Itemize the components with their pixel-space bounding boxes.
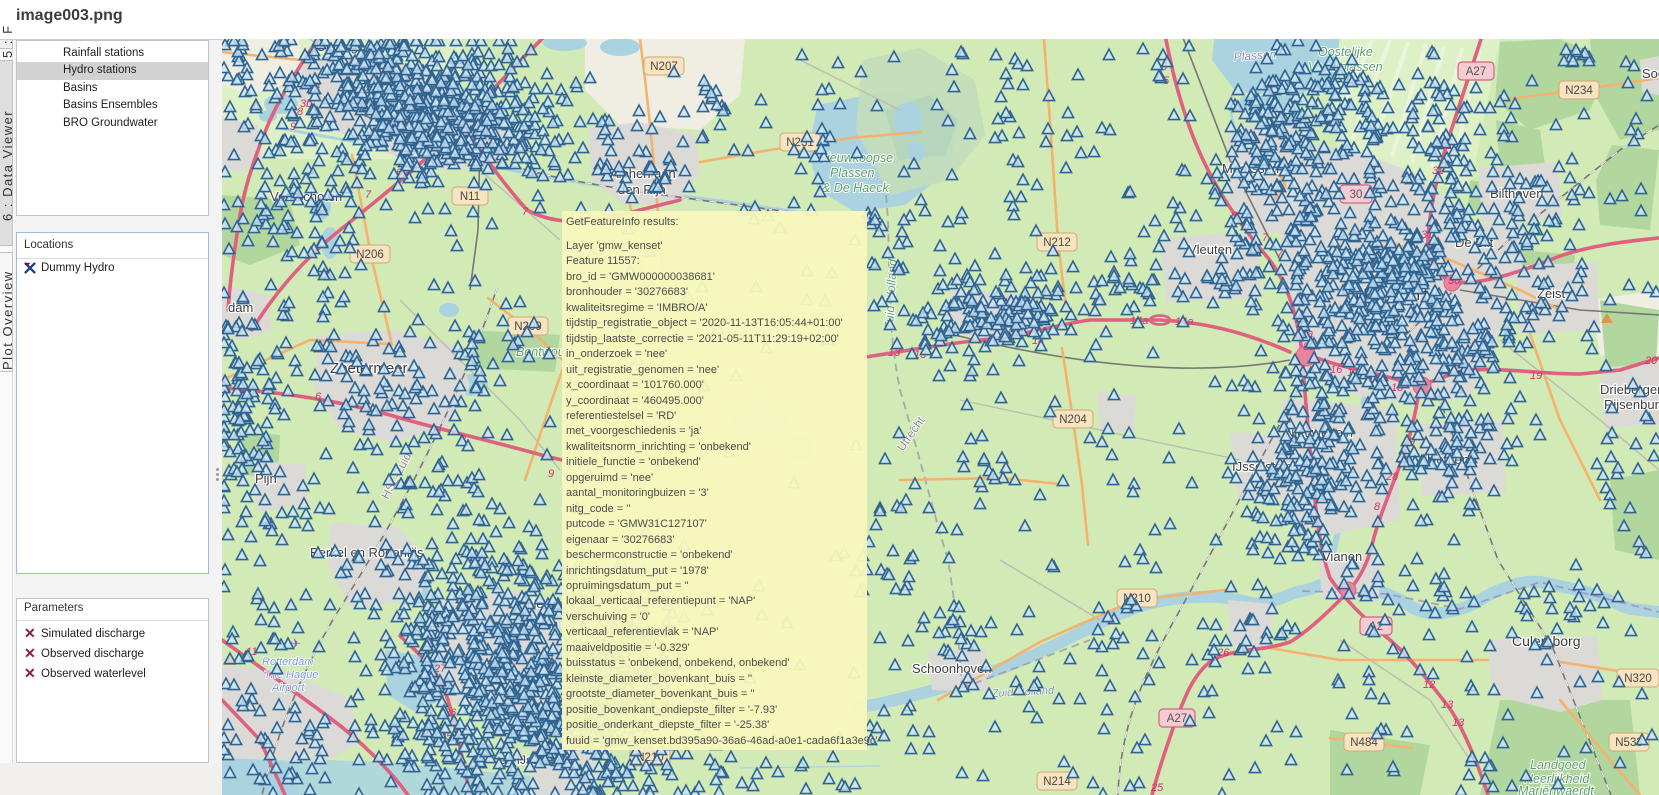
svg-text:Rotterdam: Rotterdam [262, 656, 313, 668]
svg-text:N11: N11 [460, 191, 480, 203]
svg-text:20: 20 [1644, 355, 1658, 367]
svg-text:19: 19 [1530, 370, 1542, 382]
svg-text:Schoonhoven: Schoonhoven [912, 661, 992, 676]
svg-text:A27: A27 [1167, 713, 1187, 725]
svg-text:A27: A27 [1466, 66, 1486, 78]
svg-text:Airport: Airport [271, 682, 305, 694]
svg-text:7: 7 [522, 206, 529, 218]
svg-text:Oostelijke: Oostelijke [1318, 45, 1373, 59]
svg-text:30: 30 [1350, 189, 1363, 201]
svg-text:13: 13 [1452, 717, 1465, 729]
svg-text:16: 16 [1330, 364, 1343, 376]
svg-text:9: 9 [548, 468, 554, 480]
svg-text:25: 25 [1150, 782, 1164, 794]
svg-text:7: 7 [365, 189, 372, 201]
svg-text:Landgoed: Landgoed [1530, 758, 1587, 772]
svg-text:8: 8 [1374, 501, 1381, 513]
svg-text:Plassen: Plassen [830, 166, 875, 180]
svg-text:Soe: Soe [1642, 66, 1659, 81]
svg-text:12: 12 [1423, 679, 1435, 691]
svg-text:N320: N320 [1624, 673, 1652, 685]
svg-text:N234: N234 [1565, 85, 1593, 97]
svg-text:N212: N212 [1043, 237, 1071, 249]
svg-text:13: 13 [1441, 699, 1454, 711]
svg-text:N204: N204 [1059, 414, 1087, 426]
svg-text:Vleuten: Vleuten [1188, 242, 1232, 257]
svg-text:& De Haeck: & De Haeck [822, 181, 889, 195]
